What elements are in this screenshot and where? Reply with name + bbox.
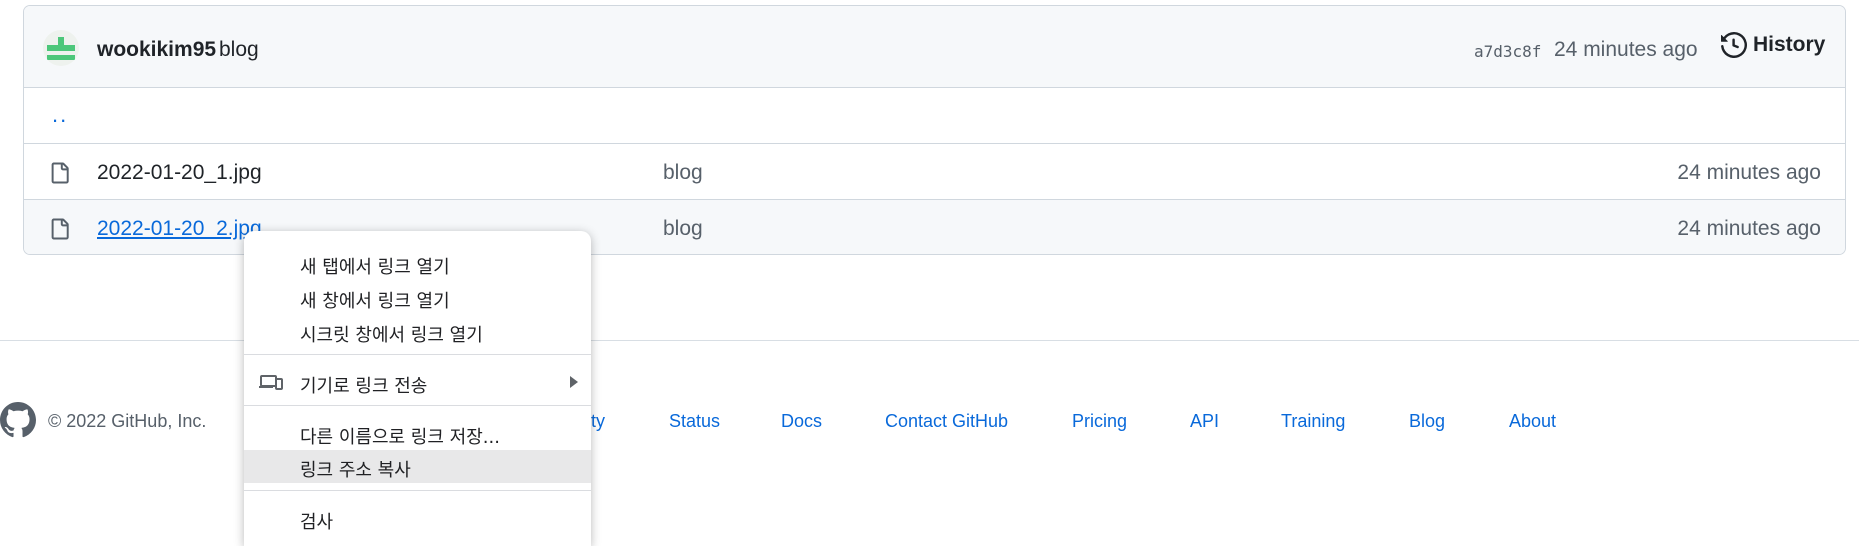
file-icon bbox=[51, 162, 69, 184]
parent-directory-link[interactable]: .. bbox=[52, 102, 68, 128]
menu-open-new-tab[interactable]: 새 탭에서 링크 열기 bbox=[244, 247, 591, 280]
footer-link-training[interactable]: Training bbox=[1281, 411, 1345, 432]
parent-directory-row[interactable]: .. bbox=[24, 88, 1845, 144]
menu-item-label: 기기로 링크 전송 bbox=[300, 376, 428, 397]
menu-separator bbox=[244, 405, 591, 406]
menu-item-label: 다른 이름으로 링크 저장... bbox=[300, 427, 500, 448]
footer-link-api[interactable]: API bbox=[1190, 411, 1219, 432]
menu-open-incognito[interactable]: 시크릿 창에서 링크 열기 bbox=[244, 315, 591, 348]
file-row[interactable]: 2022-01-20_1.jpg blog 24 minutes ago bbox=[24, 144, 1845, 200]
footer-link-status[interactable]: Status bbox=[669, 411, 720, 432]
menu-item-label: 시크릿 창에서 링크 열기 bbox=[300, 325, 483, 346]
menu-item-label: 새 탭에서 링크 열기 bbox=[300, 257, 450, 278]
footer-link-docs[interactable]: Docs bbox=[781, 411, 822, 432]
footer-link-blog[interactable]: Blog bbox=[1409, 411, 1445, 432]
github-mark-icon[interactable] bbox=[0, 402, 36, 438]
latest-commit-header: wookikim95 blog a7d3c8f 24 minutes ago H… bbox=[24, 6, 1845, 88]
file-commit-message[interactable]: blog bbox=[663, 217, 703, 241]
menu-item-label: 검사 bbox=[300, 512, 334, 533]
footer-link-pricing[interactable]: Pricing bbox=[1072, 411, 1127, 432]
devices-icon bbox=[259, 375, 283, 390]
history-label: History bbox=[1753, 33, 1826, 56]
menu-inspect[interactable]: 검사 bbox=[244, 502, 591, 535]
chevron-right-icon bbox=[570, 376, 578, 388]
link-context-menu: 새 탭에서 링크 열기 새 창에서 링크 열기 시크릿 창에서 링크 열기 기기… bbox=[244, 231, 591, 546]
menu-item-label: 새 창에서 링크 열기 bbox=[300, 291, 450, 312]
history-clock-icon bbox=[1721, 32, 1747, 58]
commit-sha[interactable]: a7d3c8f bbox=[1474, 42, 1541, 61]
footer-link-about[interactable]: About bbox=[1509, 411, 1556, 432]
file-icon bbox=[51, 218, 69, 240]
file-commit-message[interactable]: blog bbox=[663, 161, 703, 185]
file-age: 24 minutes ago bbox=[1677, 217, 1821, 240]
commit-author-link[interactable]: wookikim95 bbox=[97, 38, 216, 62]
avatar[interactable] bbox=[43, 30, 79, 66]
menu-open-new-window[interactable]: 새 창에서 링크 열기 bbox=[244, 281, 591, 314]
footer-link-partial[interactable]: ty bbox=[591, 411, 605, 432]
file-name-link[interactable]: 2022-01-20_2.jpg bbox=[97, 217, 262, 241]
commit-time: 24 minutes ago bbox=[1554, 38, 1698, 61]
history-button[interactable]: History bbox=[1721, 32, 1825, 58]
menu-save-link-as[interactable]: 다른 이름으로 링크 저장... bbox=[244, 417, 591, 450]
footer-link-contact[interactable]: Contact GitHub bbox=[885, 411, 1008, 432]
file-age: 24 minutes ago bbox=[1677, 161, 1821, 184]
menu-separator bbox=[244, 354, 591, 355]
menu-item-label: 링크 주소 복사 bbox=[300, 460, 411, 481]
file-name-link[interactable]: 2022-01-20_1.jpg bbox=[97, 161, 262, 185]
commit-message[interactable]: blog bbox=[219, 38, 259, 62]
menu-send-to-device[interactable]: 기기로 링크 전송 bbox=[244, 366, 591, 399]
menu-separator bbox=[244, 490, 591, 491]
menu-copy-link-address[interactable]: 링크 주소 복사 bbox=[244, 450, 591, 483]
footer-copyright: © 2022 GitHub, Inc. bbox=[48, 411, 207, 431]
file-browser: wookikim95 blog a7d3c8f 24 minutes ago H… bbox=[23, 5, 1846, 255]
